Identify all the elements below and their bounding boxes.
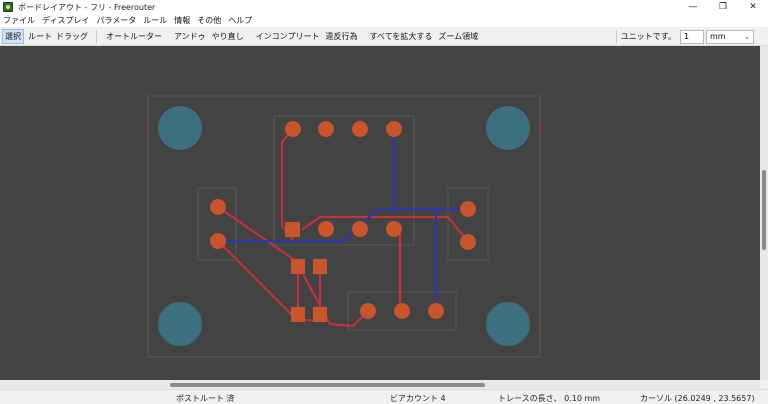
mount-hole-top-right	[486, 106, 530, 150]
status-bar: ポストルート 済 ビアカウント 4 トレースの長さ、 0.10 mm カーソル …	[0, 389, 768, 403]
pad[interactable]	[285, 121, 301, 137]
route-mode-button[interactable]: ルート	[26, 30, 54, 43]
component-outline-left	[197, 187, 237, 261]
pad[interactable]	[386, 121, 402, 137]
autorouter-button[interactable]: オートルーター	[104, 30, 164, 43]
vertical-scroll-thumb[interactable]	[762, 170, 766, 250]
via[interactable]	[291, 307, 305, 322]
horizontal-scrollbar[interactable]	[0, 380, 760, 389]
pad[interactable]	[210, 199, 226, 215]
trace-length-status: トレースの長さ、 0.10 mm	[498, 394, 601, 403]
violations-button[interactable]: 違反行為	[323, 30, 359, 43]
title-bar: ボードレイアウト - フリ - Freerouter — ❐ ✕	[0, 0, 768, 14]
toolbar-separator	[615, 30, 617, 43]
pad[interactable]	[210, 233, 226, 249]
redo-button[interactable]: やり直し	[210, 30, 246, 43]
pad[interactable]	[460, 234, 476, 250]
pad[interactable]	[460, 201, 476, 217]
close-icon[interactable]: ✕	[738, 0, 768, 14]
board-outline	[147, 95, 541, 358]
via[interactable]	[313, 307, 327, 322]
mount-hole-bottom-left	[158, 302, 202, 346]
postroute-status: ポストルート 済	[176, 394, 235, 403]
restore-icon[interactable]: ❐	[708, 0, 738, 14]
via-count-status: ビアカウント 4	[390, 394, 446, 403]
unit-controls: ユニットです。 mm ⌄	[615, 29, 754, 44]
undo-button[interactable]: アンドゥ	[172, 30, 208, 43]
board-canvas[interactable]	[0, 46, 760, 380]
via[interactable]	[291, 259, 305, 274]
menu-info[interactable]: 情報	[174, 15, 190, 26]
pad[interactable]	[360, 303, 376, 319]
pad[interactable]	[428, 303, 444, 319]
board-drawing	[147, 95, 541, 358]
app-icon	[3, 2, 13, 12]
chevron-down-icon: ⌄	[744, 32, 750, 41]
menu-rules[interactable]: ルール	[143, 15, 167, 26]
incomplete-button[interactable]: インコンプリート	[254, 30, 322, 43]
pad[interactable]	[352, 221, 368, 237]
horizontal-scroll-thumb[interactable]	[170, 383, 485, 387]
mount-hole-top-left	[158, 106, 202, 150]
unit-select[interactable]: mm ⌄	[706, 29, 754, 44]
pad[interactable]	[318, 221, 334, 237]
pad[interactable]	[394, 303, 410, 319]
window-controls: — ❐ ✕	[678, 0, 768, 14]
menu-bar: ファイル ディスプレイ パラメータ ルール 情報 その他 ヘルプ	[0, 14, 768, 27]
drag-mode-button[interactable]: ドラッグ	[54, 30, 90, 43]
pad[interactable]	[318, 121, 334, 137]
menu-other[interactable]: その他	[197, 15, 221, 26]
zoom-region-button[interactable]: ズーム領域	[436, 30, 480, 43]
trace-back-2	[217, 208, 469, 242]
menu-file[interactable]: ファイル	[3, 15, 35, 26]
via[interactable]	[313, 259, 327, 274]
pad[interactable]	[352, 121, 368, 137]
unit-label: ユニットです。	[620, 32, 676, 41]
window-title: ボードレイアウト - フリ - Freerouter	[18, 2, 156, 12]
minimize-icon[interactable]: —	[678, 0, 708, 14]
unit-select-value: mm	[710, 32, 726, 41]
pad-square[interactable]	[285, 222, 300, 237]
mount-hole-bottom-right	[486, 302, 530, 346]
menu-help[interactable]: ヘルプ	[228, 15, 252, 26]
unit-value-input[interactable]	[680, 29, 704, 44]
menu-parameter[interactable]: パラメータ	[96, 15, 136, 26]
toolbar-separator	[96, 29, 97, 43]
zoom-all-button[interactable]: すべてを拡大する	[367, 30, 434, 43]
cursor-position-status: カーソル (26.0249 , 23.5657)	[640, 394, 755, 403]
toolbar: 選択 ルート ドラッグ オートルーター アンドゥ やり直し インコンプリート 違…	[0, 27, 768, 46]
select-mode-button[interactable]: 選択	[2, 28, 24, 44]
menu-display[interactable]: ディスプレイ	[42, 15, 89, 26]
pad[interactable]	[386, 221, 402, 237]
vertical-scrollbar[interactable]	[760, 46, 768, 380]
